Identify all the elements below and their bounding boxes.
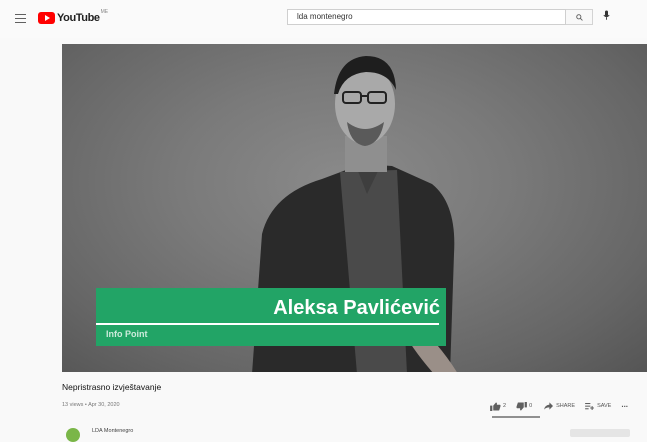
dislike-button[interactable]: 0 xyxy=(516,401,533,411)
share-icon xyxy=(544,402,554,410)
caption-subtitle: Info Point xyxy=(106,329,148,339)
speaker-name-caption: Aleksa Pavlićević xyxy=(273,297,440,319)
channel-row: LDA Montenegro xyxy=(62,426,647,442)
video-views-date: 13 views • Apr 30, 2020 xyxy=(62,402,120,408)
like-button[interactable]: 2 xyxy=(490,401,507,411)
video-title: Nepristrasno izvještavanje xyxy=(62,382,162,392)
logo-text: YouTube xyxy=(57,12,100,24)
search-icon xyxy=(576,14,583,21)
channel-name[interactable]: LDA Montenegro xyxy=(92,428,133,434)
playlist-add-icon xyxy=(585,402,594,410)
microphone-icon[interactable] xyxy=(603,10,610,21)
save-button[interactable]: SAVE xyxy=(585,402,612,410)
subscribe-button[interactable] xyxy=(570,429,630,437)
share-button[interactable]: SHARE xyxy=(544,402,575,410)
search-query-text: lda montenegro xyxy=(297,12,353,21)
channel-avatar[interactable] xyxy=(66,428,80,442)
save-label: SAVE xyxy=(597,403,612,409)
share-label: SHARE xyxy=(556,403,576,409)
thumbs-down-icon xyxy=(516,401,527,411)
caption-divider xyxy=(96,323,439,325)
more-actions-button[interactable]: ... xyxy=(621,400,628,409)
video-player[interactable]: Aleksa Pavlićević Info Point xyxy=(62,44,647,372)
more-actions-icon: ... xyxy=(621,399,629,409)
search-button[interactable] xyxy=(566,9,593,25)
dislike-count: 0 xyxy=(529,403,533,409)
top-bar: YouTube ME lda montenegro xyxy=(0,0,647,38)
hamburger-menu-icon[interactable] xyxy=(15,14,26,23)
like-ratio-bar xyxy=(492,416,540,418)
search-input[interactable]: lda montenegro xyxy=(287,9,566,25)
name-lower-third: Aleksa Pavlićević Info Point xyxy=(96,288,446,346)
thumbs-up-icon xyxy=(490,401,501,411)
logo-region-code: ME xyxy=(100,9,109,15)
video-actions: 2 0 SHARE SAVE ... xyxy=(490,399,628,413)
like-count: 2 xyxy=(503,403,507,409)
youtube-logo[interactable]: YouTube ME xyxy=(38,9,109,25)
youtube-play-icon xyxy=(38,12,55,24)
